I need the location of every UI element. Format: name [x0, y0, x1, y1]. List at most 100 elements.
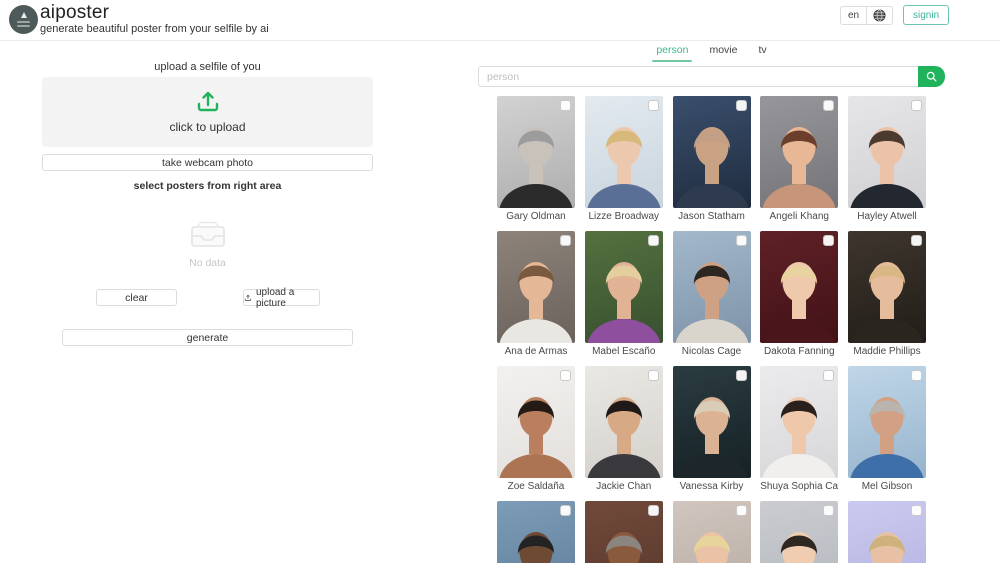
person-photo[interactable]	[497, 231, 575, 343]
portrait-illustration	[848, 366, 926, 478]
person-photo[interactable]	[848, 231, 926, 343]
person-card[interactable]: Lizze Broadway	[585, 96, 663, 223]
person-card[interactable]	[585, 501, 663, 563]
portrait-illustration	[585, 96, 663, 208]
signin-button[interactable]: signin	[903, 5, 949, 25]
page-title: aiposter	[40, 2, 109, 24]
select-checkbox[interactable]	[560, 505, 571, 516]
tab-person[interactable]: person	[654, 40, 690, 62]
person-card[interactable]: Nicolas Cage	[673, 231, 751, 358]
select-checkbox[interactable]	[736, 505, 747, 516]
person-photo[interactable]	[673, 501, 751, 563]
select-checkbox[interactable]	[560, 235, 571, 246]
app-logo-icon	[9, 5, 38, 34]
search-button[interactable]	[918, 66, 945, 87]
person-photo[interactable]	[760, 231, 838, 343]
select-checkbox[interactable]	[560, 100, 571, 111]
select-checkbox[interactable]	[911, 505, 922, 516]
person-photo[interactable]	[585, 501, 663, 563]
person-photo[interactable]	[760, 501, 838, 563]
select-checkbox[interactable]	[648, 235, 659, 246]
select-checkbox[interactable]	[560, 370, 571, 381]
select-checkbox[interactable]	[911, 370, 922, 381]
person-card[interactable]: Mabel Escaño	[585, 231, 663, 358]
portrait-illustration	[585, 231, 663, 343]
people-grid: Gary Oldman Lizze Broadway Jason Statham	[497, 96, 926, 563]
person-name: Vanessa Kirby	[673, 481, 751, 493]
portrait-illustration	[760, 366, 838, 478]
select-checkbox[interactable]	[736, 235, 747, 246]
upload-picture-button[interactable]: upload a picture	[243, 289, 320, 306]
header: aiposter generate beautiful poster from …	[0, 0, 1000, 41]
person-card[interactable]: Shuya Sophia Cai	[760, 366, 838, 493]
person-card[interactable]	[848, 501, 926, 563]
person-card[interactable]: Mel Gibson	[848, 366, 926, 493]
person-photo[interactable]	[497, 366, 575, 478]
person-card[interactable]: Vanessa Kirby	[673, 366, 751, 493]
select-checkbox[interactable]	[648, 100, 659, 111]
generate-button[interactable]: generate	[62, 329, 353, 346]
person-photo[interactable]	[673, 231, 751, 343]
person-name: Maddie Phillips	[848, 346, 926, 358]
person-card[interactable]: Hayley Atwell	[848, 96, 926, 223]
person-name: Shuya Sophia Cai	[760, 481, 838, 493]
search-bar	[478, 66, 945, 87]
upload-dropzone[interactable]: click to upload	[42, 77, 373, 147]
tab-tv[interactable]: tv	[756, 40, 768, 62]
person-photo[interactable]	[848, 501, 926, 563]
person-name: Dakota Fanning	[760, 346, 838, 358]
person-card[interactable]: Ana de Armas	[497, 231, 575, 358]
person-photo[interactable]	[760, 96, 838, 208]
empty-state: No data	[42, 221, 373, 269]
select-checkbox[interactable]	[823, 100, 834, 111]
category-tabs: person movie tv	[478, 40, 945, 62]
person-card[interactable]	[497, 501, 575, 563]
person-card[interactable]: Gary Oldman	[497, 96, 575, 223]
globe-icon[interactable]	[867, 9, 892, 22]
portrait-illustration	[760, 231, 838, 343]
portrait-illustration	[585, 366, 663, 478]
person-photo[interactable]	[585, 231, 663, 343]
select-checkbox[interactable]	[823, 505, 834, 516]
select-checkbox[interactable]	[736, 370, 747, 381]
clear-button[interactable]: clear	[96, 289, 177, 306]
select-checkbox[interactable]	[911, 235, 922, 246]
person-card[interactable]: Jason Statham	[673, 96, 751, 223]
person-card[interactable]: Zoe Saldaña	[497, 366, 575, 493]
take-webcam-photo-button[interactable]: take webcam photo	[42, 154, 373, 171]
language-code[interactable]: en	[841, 10, 866, 21]
person-photo[interactable]	[497, 96, 575, 208]
portrait-illustration	[497, 96, 575, 208]
tab-movie[interactable]: movie	[707, 40, 739, 62]
person-photo[interactable]	[673, 96, 751, 208]
person-name: Ana de Armas	[497, 346, 575, 358]
person-card[interactable]: Maddie Phillips	[848, 231, 926, 358]
person-photo[interactable]	[585, 366, 663, 478]
search-input[interactable]	[478, 66, 918, 87]
select-checkbox[interactable]	[736, 100, 747, 111]
select-checkbox[interactable]	[648, 505, 659, 516]
person-card[interactable]: Jackie Chan	[585, 366, 663, 493]
portrait-illustration	[497, 366, 575, 478]
select-checkbox[interactable]	[823, 235, 834, 246]
person-photo[interactable]	[760, 366, 838, 478]
portrait-illustration	[848, 96, 926, 208]
person-card[interactable]	[673, 501, 751, 563]
person-card[interactable]	[760, 501, 838, 563]
person-photo[interactable]	[585, 96, 663, 208]
select-checkbox[interactable]	[911, 100, 922, 111]
person-name: Nicolas Cage	[673, 346, 751, 358]
person-photo[interactable]	[497, 501, 575, 563]
person-photo[interactable]	[848, 366, 926, 478]
person-photo[interactable]	[848, 96, 926, 208]
select-posters-hint: select posters from right area	[42, 180, 373, 192]
language-switcher[interactable]: en	[840, 6, 893, 25]
person-card[interactable]: Angeli Khang	[760, 96, 838, 223]
person-photo[interactable]	[673, 366, 751, 478]
select-checkbox[interactable]	[823, 370, 834, 381]
select-checkbox[interactable]	[648, 370, 659, 381]
portrait-illustration	[673, 366, 751, 478]
upload-small-icon	[244, 293, 252, 303]
search-icon	[926, 71, 937, 82]
person-card[interactable]: Dakota Fanning	[760, 231, 838, 358]
